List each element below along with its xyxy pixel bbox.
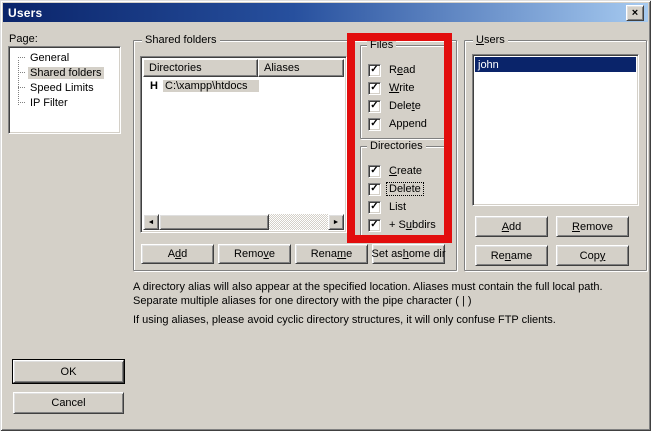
directories-legend: Directories (367, 140, 426, 153)
tree-branch-icon (18, 57, 25, 58)
check-icon: ✓ (370, 166, 378, 176)
read-checkbox[interactable]: ✓ (368, 64, 381, 77)
cyclic-note: If using aliases, please avoid cyclic di… (133, 313, 641, 327)
dirs-delete-row: ✓ Delete (368, 182, 446, 196)
users-dialog: Users × Page: General Shared folders Spe… (0, 0, 651, 431)
tree-item-shared-folders[interactable]: Shared folders (9, 65, 120, 80)
directory-list-header: Directories Aliases (143, 59, 344, 77)
ok-button[interactable]: OK (13, 360, 124, 383)
rename-folder-button[interactable]: Rename (295, 244, 368, 264)
tree-item-general[interactable]: General (9, 50, 120, 65)
tree-branch-icon (18, 87, 25, 88)
append-checkbox[interactable]: ✓ (368, 118, 381, 131)
directories-permissions-group: Directories ✓ Create ✓ Delete ✓ List ✓ +… (360, 146, 447, 240)
files-write-row: ✓ Write (368, 81, 446, 95)
scroll-left-icon: ◄ (148, 219, 155, 226)
delete-file-checkbox[interactable]: ✓ (368, 100, 381, 113)
set-home-dir-button[interactable]: Set as home dir (372, 244, 445, 264)
column-header-directories[interactable]: Directories (143, 59, 258, 77)
read-label[interactable]: Read (387, 64, 417, 76)
list-checkbox[interactable]: ✓ (368, 201, 381, 214)
tree-item-ip-filter[interactable]: IP Filter (9, 95, 120, 110)
dialog-title: Users (3, 6, 42, 20)
create-label[interactable]: Create (387, 165, 424, 177)
cancel-button[interactable]: Cancel (13, 392, 124, 414)
list-label[interactable]: List (387, 201, 408, 213)
horizontal-scrollbar[interactable]: ◄ ► (143, 214, 344, 230)
directory-list: Directories Aliases H C:\xampp\htdocs ◄ (140, 56, 347, 233)
directory-list-body: H C:\xampp\htdocs (143, 77, 344, 214)
users-legend: Users (473, 34, 508, 47)
scroll-right-button[interactable]: ► (328, 214, 344, 230)
delete-file-label[interactable]: Delete (387, 100, 423, 112)
directory-row[interactable]: H C:\xampp\htdocs (143, 78, 344, 94)
files-legend: Files (367, 39, 396, 52)
titlebar[interactable]: Users × (3, 3, 648, 22)
check-icon: ✓ (370, 184, 378, 194)
home-directory-marker: H (143, 80, 163, 92)
check-icon: ✓ (370, 101, 378, 111)
add-folder-button[interactable]: Add (141, 244, 214, 264)
write-label[interactable]: Write (387, 82, 416, 94)
alias-note: A directory alias will also appear at th… (133, 280, 641, 308)
tree-item-speed-limits[interactable]: Speed Limits (9, 80, 120, 95)
add-user-button[interactable]: Add (475, 216, 548, 237)
append-label[interactable]: Append (387, 118, 429, 130)
remove-user-button[interactable]: Remove (556, 216, 629, 237)
files-read-row: ✓ Read (368, 63, 446, 77)
check-icon: ✓ (370, 220, 378, 230)
check-icon: ✓ (370, 202, 378, 212)
check-icon: ✓ (370, 65, 378, 75)
rename-user-button[interactable]: Rename (475, 245, 548, 266)
dirs-list-row: ✓ List (368, 200, 446, 214)
check-icon: ✓ (370, 119, 378, 129)
column-header-aliases[interactable]: Aliases (258, 59, 344, 77)
dirs-subdirs-row: ✓ + Subdirs (368, 218, 446, 232)
create-checkbox[interactable]: ✓ (368, 165, 381, 178)
scrollbar-thumb[interactable] (159, 214, 269, 230)
users-group: Users john Add Remove Rename Copy (464, 40, 647, 271)
copy-user-button[interactable]: Copy (556, 245, 629, 266)
files-delete-row: ✓ Delete (368, 99, 446, 113)
shared-folders-legend: Shared folders (142, 34, 220, 47)
files-permissions-group: Files ✓ Read ✓ Write ✓ Delete ✓ Append (360, 45, 447, 139)
close-icon: × (632, 8, 638, 18)
dirs-create-row: ✓ Create (368, 164, 446, 178)
directory-path: C:\xampp\htdocs (163, 80, 259, 92)
scroll-right-icon: ► (333, 219, 340, 226)
remove-folder-button[interactable]: Remove (218, 244, 291, 264)
tree-branch-icon (18, 72, 25, 73)
tree-branch-icon (18, 102, 25, 103)
files-append-row: ✓ Append (368, 117, 446, 131)
page-label: Page: (9, 33, 38, 45)
user-list: john (472, 54, 639, 206)
scrollbar-track[interactable] (159, 214, 328, 230)
user-item-john[interactable]: john (475, 57, 636, 72)
close-button[interactable]: × (626, 5, 644, 21)
scroll-left-button[interactable]: ◄ (143, 214, 159, 230)
delete-dir-label[interactable]: Delete (387, 183, 423, 195)
delete-dir-checkbox[interactable]: ✓ (368, 183, 381, 196)
write-checkbox[interactable]: ✓ (368, 82, 381, 95)
subdirs-checkbox[interactable]: ✓ (368, 219, 381, 232)
subdirs-label[interactable]: + Subdirs (387, 219, 438, 231)
page-tree: General Shared folders Speed Limits IP F… (8, 46, 121, 134)
check-icon: ✓ (370, 83, 378, 93)
